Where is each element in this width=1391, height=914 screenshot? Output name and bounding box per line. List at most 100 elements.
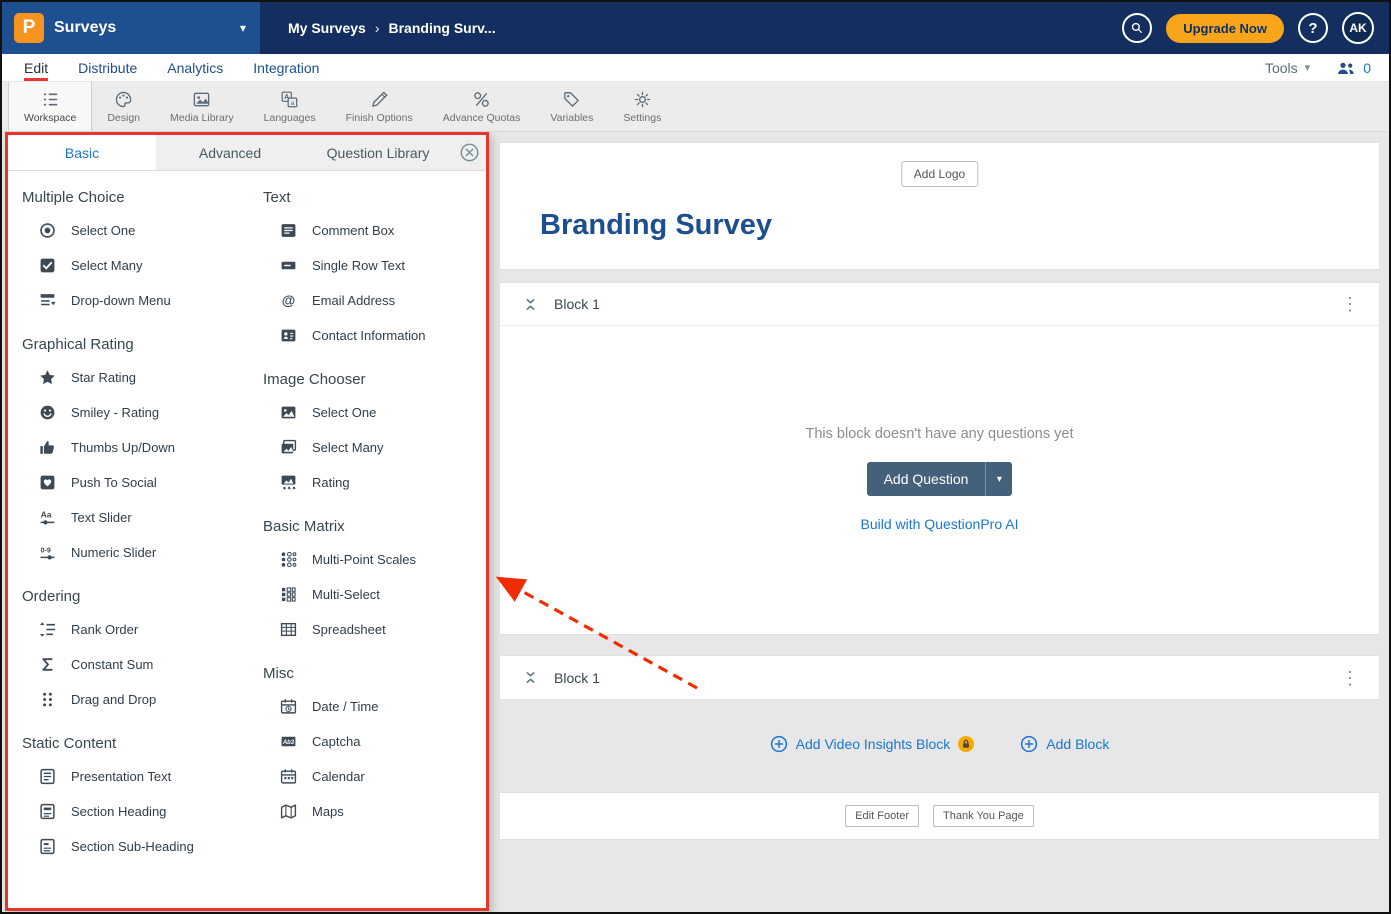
add-question-label[interactable]: Add Question xyxy=(867,462,986,496)
upgrade-now-button[interactable]: Upgrade Now xyxy=(1166,14,1284,43)
breadcrumb-my-surveys[interactable]: My Surveys xyxy=(288,20,366,36)
toolbar-item-design[interactable]: Design xyxy=(92,82,155,131)
add-video-insights-block-link[interactable]: Add Video Insights Block xyxy=(770,735,975,753)
toolbar-item-label: Design xyxy=(107,112,140,124)
close-panel-button[interactable] xyxy=(452,135,486,170)
toolbar-item-advance-quotas[interactable]: Advance Quotas xyxy=(428,82,536,131)
question-type-text-email-address[interactable]: @Email Address xyxy=(263,283,486,318)
question-type-basic-matrix-multi-select[interactable]: Multi-Select xyxy=(263,577,486,612)
toolbar-item-label: Media Library xyxy=(170,112,234,124)
add-block-row: Add Video Insights Block Add Block xyxy=(499,734,1380,754)
question-type-misc-maps[interactable]: Maps xyxy=(263,794,486,829)
question-type-text-comment-box[interactable]: Comment Box xyxy=(263,213,486,248)
media-library-icon xyxy=(192,90,211,109)
question-type-text-single-row-text[interactable]: Single Row Text xyxy=(263,248,486,283)
plus-circle-icon xyxy=(1020,735,1038,753)
social-icon xyxy=(39,474,56,491)
question-type-graphical-rating-numeric-slider[interactable]: 0-9Numeric Slider xyxy=(22,535,263,570)
tab-distribute[interactable]: Distribute xyxy=(78,54,137,81)
build-with-questionpro-ai-link[interactable]: Build with QuestionPro AI xyxy=(861,516,1019,532)
user-avatar[interactable]: AK xyxy=(1342,12,1374,44)
add-question-dropdown[interactable]: ▾ xyxy=(985,462,1012,496)
panel-tab-question-library[interactable]: Question Library xyxy=(304,135,452,170)
question-type-multiple-choice-select-one[interactable]: Select One xyxy=(22,213,263,248)
languages-icon: Aa xyxy=(280,90,299,109)
tools-menu[interactable]: Tools ▾ xyxy=(1265,60,1310,76)
section-title-misc: Misc xyxy=(263,647,486,689)
tab-analytics[interactable]: Analytics xyxy=(167,54,223,81)
add-logo-button[interactable]: Add Logo xyxy=(901,161,978,187)
block-menu-icon[interactable]: ⋮ xyxy=(1341,295,1359,313)
help-button[interactable]: ? xyxy=(1298,13,1328,43)
panel-tab-basic[interactable]: Basic xyxy=(8,135,156,170)
question-type-static-content-section-sub-heading[interactable]: Section Sub-Heading xyxy=(22,829,263,864)
multiselect-icon xyxy=(280,586,297,603)
email-icon: @ xyxy=(280,292,297,309)
toolbar-item-settings[interactable]: Settings xyxy=(608,82,676,131)
collapse-block-icon[interactable] xyxy=(524,670,537,685)
survey-editor: Add Logo Branding Survey Block 1 ⋮ This … xyxy=(499,142,1380,840)
question-type-label: Calendar xyxy=(312,769,365,784)
question-type-text-contact-information[interactable]: Contact Information xyxy=(263,318,486,353)
question-type-misc-date-time[interactable]: Date / Time xyxy=(263,689,486,724)
app-name: Surveys xyxy=(54,19,116,37)
panel-tab-list: BasicAdvancedQuestion Library xyxy=(8,135,452,170)
panel-tabs: BasicAdvancedQuestion Library xyxy=(8,135,486,171)
question-type-static-content-presentation-text[interactable]: Presentation Text xyxy=(22,759,263,794)
multipoint-icon xyxy=(280,551,297,568)
finish-options-icon xyxy=(370,90,389,109)
questionpro-survey-editor: P Surveys ▾ My Surveys › Branding Surv..… xyxy=(0,0,1391,914)
add-block-link[interactable]: Add Block xyxy=(1020,735,1109,753)
toolbar-item-languages[interactable]: AaLanguages xyxy=(249,82,331,131)
toolbar: Workspace Design Media Library AaLanguagesF… xyxy=(2,82,1389,132)
collaborators-indicator[interactable]: 0 xyxy=(1336,60,1371,76)
question-type-basic-matrix-spreadsheet[interactable]: Spreadsheet xyxy=(263,612,486,647)
product-switcher[interactable]: P Surveys ▾ xyxy=(2,2,260,54)
question-type-graphical-rating-push-to-social[interactable]: Push To Social xyxy=(22,465,263,500)
question-type-static-content-section-heading[interactable]: Section Heading xyxy=(22,794,263,829)
collapse-block-icon[interactable] xyxy=(524,297,537,312)
question-type-ordering-drag-and-drop[interactable]: Drag and Drop xyxy=(22,682,263,717)
survey-title[interactable]: Branding Survey xyxy=(540,209,772,242)
tab-integration[interactable]: Integration xyxy=(253,54,319,81)
question-type-graphical-rating-smiley-rating[interactable]: Smiley - Rating xyxy=(22,395,263,430)
add-question-button[interactable]: Add Question ▾ xyxy=(867,462,1013,496)
toolbar-item-workspace[interactable]: Workspace xyxy=(8,82,92,131)
toolbar-item-finish-options[interactable]: Finish Options xyxy=(331,82,428,131)
question-type-multiple-choice-drop-down-menu[interactable]: Drop-down Menu xyxy=(22,283,263,318)
question-type-misc-calendar[interactable]: Calendar xyxy=(263,759,486,794)
toolbar-item-media-library[interactable]: Media Library xyxy=(155,82,249,131)
thank-you-page-button[interactable]: Thank You Page xyxy=(933,805,1034,827)
panel-column-2: TextComment BoxSingle Row Text@Email Add… xyxy=(263,171,486,908)
caret-down-icon: ▾ xyxy=(240,21,246,35)
question-type-panel: BasicAdvancedQuestion Library Multiple C… xyxy=(5,132,489,911)
question-type-ordering-rank-order[interactable]: Rank Order xyxy=(22,612,263,647)
question-type-label: Thumbs Up/Down xyxy=(71,440,175,455)
breadcrumb-current-survey: Branding Surv... xyxy=(389,20,496,36)
search-button[interactable] xyxy=(1122,13,1152,43)
survey-block-1: Block 1 ⋮ This block doesn't have any qu… xyxy=(499,282,1380,635)
question-type-misc-captcha[interactable]: Ab3Captcha xyxy=(263,724,486,759)
block-header: Block 1 ⋮ xyxy=(500,656,1379,699)
section-title-static-content: Static Content xyxy=(22,717,263,759)
settings-icon xyxy=(633,90,652,109)
question-type-image-chooser-select-many[interactable]: Select Many xyxy=(263,430,486,465)
breadcrumb: My Surveys › Branding Surv... xyxy=(288,20,496,36)
block-header: Block 1 ⋮ xyxy=(500,283,1379,326)
question-type-image-chooser-rating[interactable]: Rating xyxy=(263,465,486,500)
question-type-label: Push To Social xyxy=(71,475,157,490)
plus-circle-icon xyxy=(770,735,788,753)
block-menu-icon[interactable]: ⋮ xyxy=(1341,669,1359,687)
header-actions: Upgrade Now ? AK xyxy=(1122,12,1389,44)
question-type-graphical-rating-text-slider[interactable]: AaText Slider xyxy=(22,500,263,535)
panel-tab-advanced[interactable]: Advanced xyxy=(156,135,304,170)
toolbar-item-variables[interactable]: Variables xyxy=(535,82,608,131)
question-type-ordering-constant-sum[interactable]: Constant Sum xyxy=(22,647,263,682)
question-type-graphical-rating-star-rating[interactable]: Star Rating xyxy=(22,360,263,395)
tab-edit[interactable]: Edit xyxy=(24,54,48,81)
question-type-basic-matrix-multi-point-scales[interactable]: Multi-Point Scales xyxy=(263,542,486,577)
question-type-graphical-rating-thumbs-up-down[interactable]: Thumbs Up/Down xyxy=(22,430,263,465)
question-type-image-chooser-select-one[interactable]: Select One xyxy=(263,395,486,430)
question-type-multiple-choice-select-many[interactable]: Select Many xyxy=(22,248,263,283)
edit-footer-button[interactable]: Edit Footer xyxy=(845,805,919,827)
